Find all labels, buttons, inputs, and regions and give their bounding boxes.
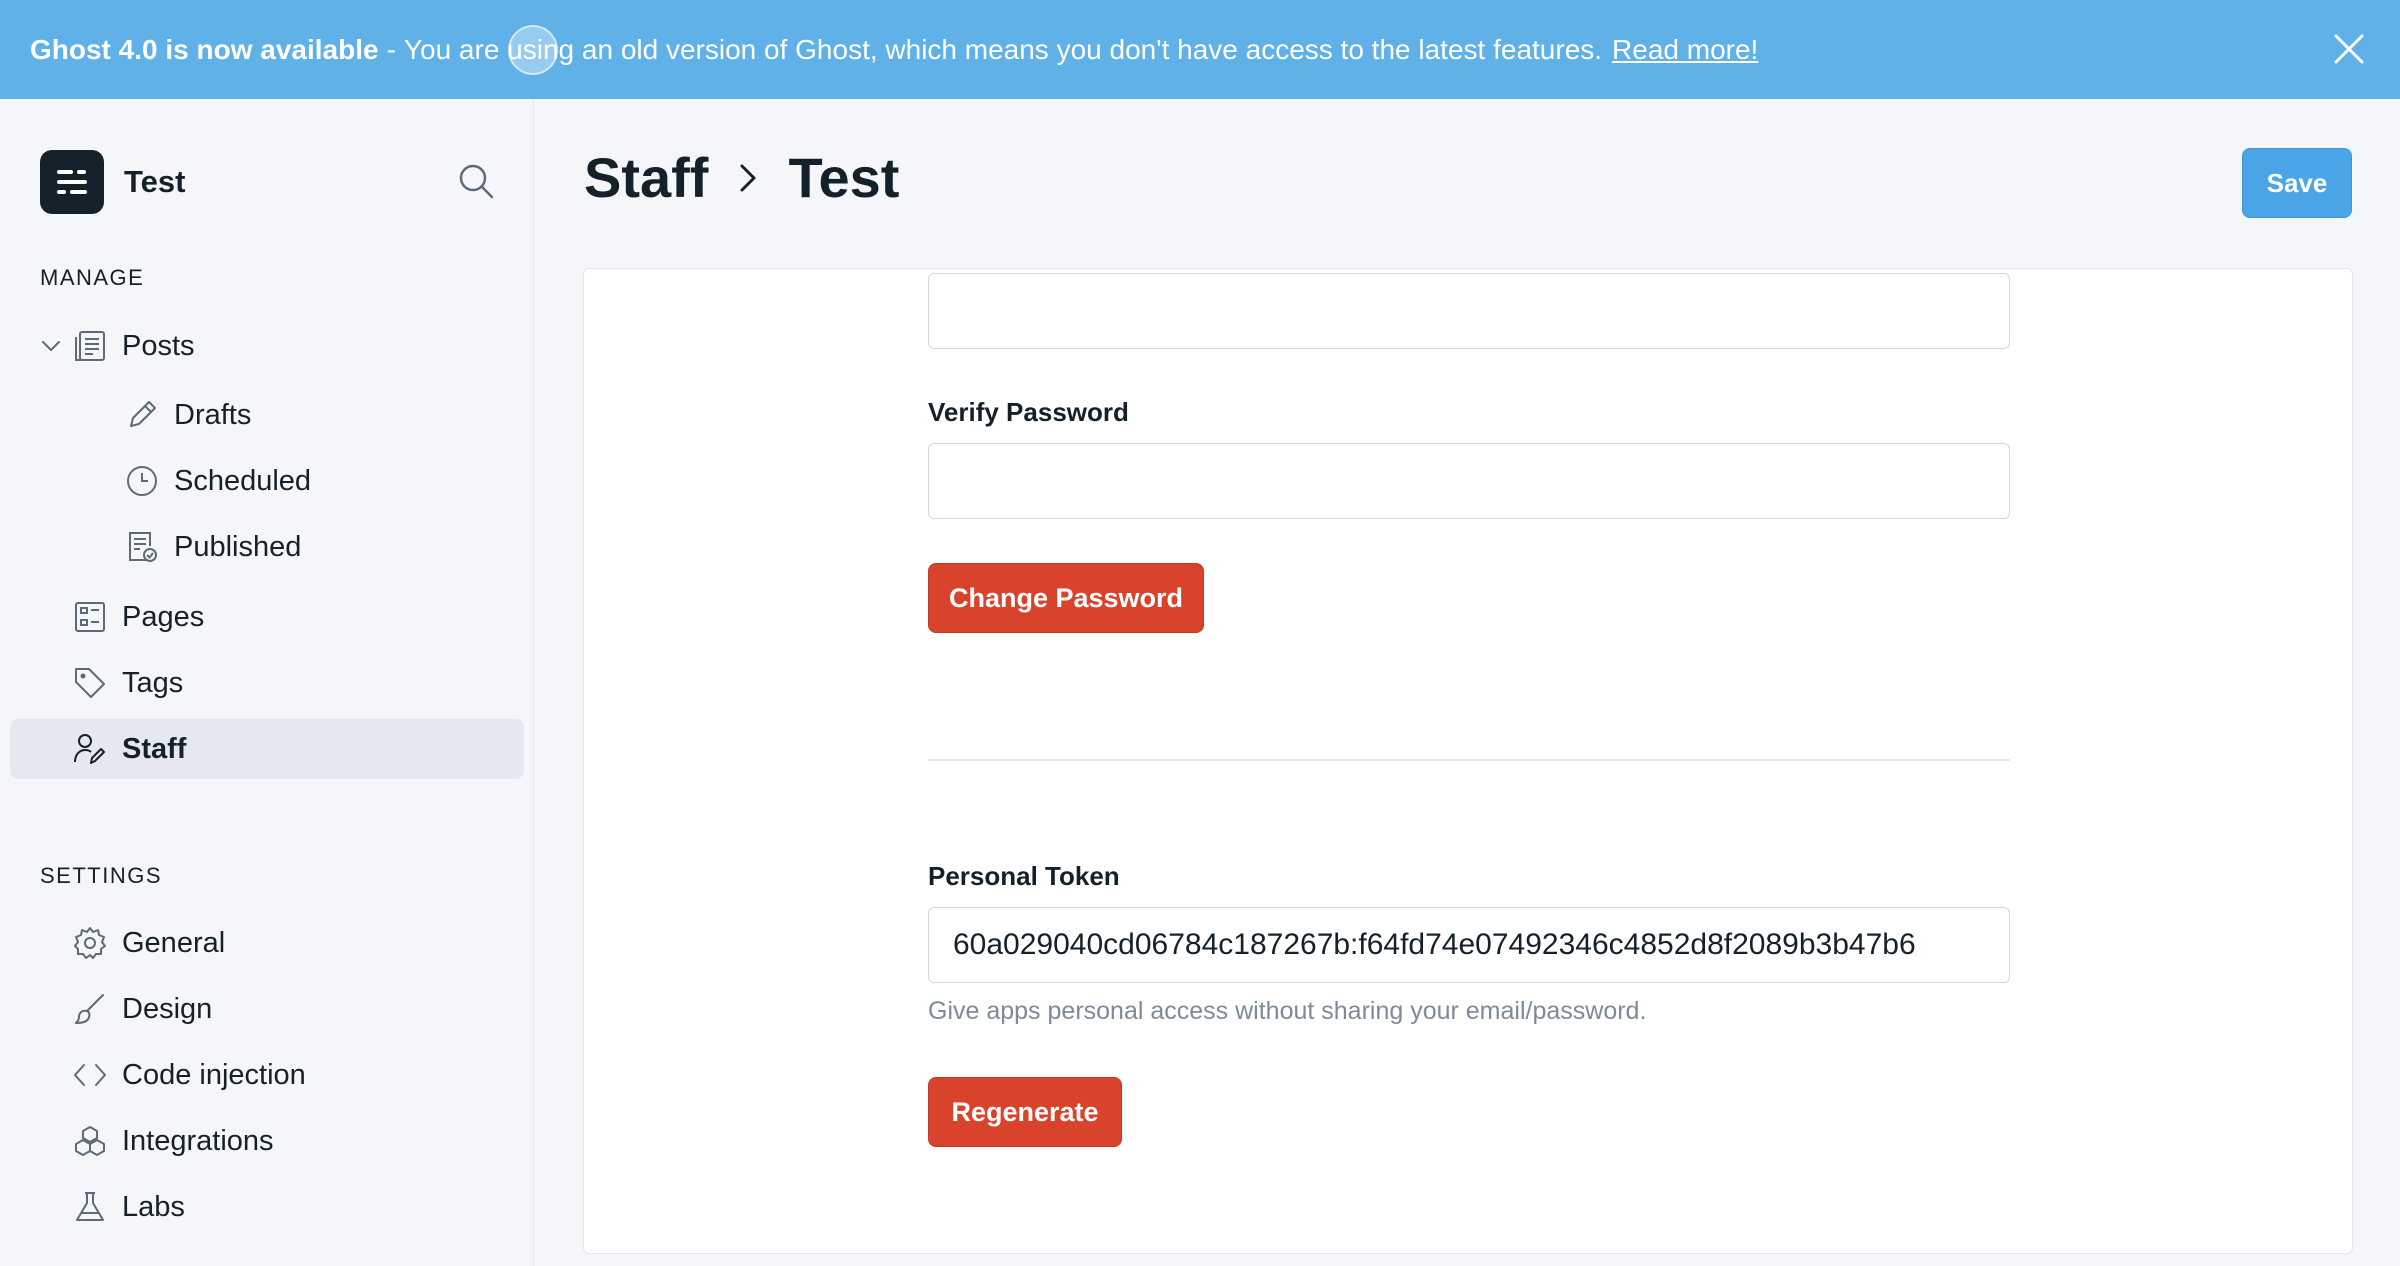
chevron-down-icon[interactable]	[40, 338, 62, 354]
banner-message: You are using an old version of Ghost, w…	[403, 33, 1603, 65]
breadcrumb-staff-link[interactable]: Staff	[584, 145, 708, 210]
sidebar-item-label: Tags	[122, 666, 184, 699]
search-icon[interactable]	[456, 161, 496, 201]
brush-icon	[72, 991, 108, 1027]
sidebar-item-label: Code injection	[122, 1058, 306, 1091]
verify-password-field[interactable]	[928, 443, 2010, 519]
cursor-indicator	[508, 25, 558, 75]
staff-settings-panel: Verify Password Change Password Personal…	[583, 268, 2353, 1254]
sidebar-item-label: Integrations	[122, 1124, 274, 1157]
chevron-right-icon	[732, 158, 764, 198]
sidebar-item-posts[interactable]: Posts	[10, 316, 524, 376]
banner-read-more-link[interactable]: Read more!	[1612, 34, 1758, 66]
flask-icon	[72, 1189, 108, 1225]
pages-icon	[72, 599, 108, 635]
sidebar-item-code-injection[interactable]: Code injection	[10, 1045, 524, 1105]
close-icon[interactable]	[2330, 30, 2368, 68]
breadcrumb: Staff Test	[584, 145, 899, 210]
staff-icon	[72, 731, 108, 767]
sidebar-item-label: Posts	[122, 329, 195, 362]
sidebar-item-drafts[interactable]: Drafts	[10, 385, 524, 445]
sidebar-item-label: Scheduled	[174, 464, 312, 497]
sidebar-item-labs[interactable]: Labs	[10, 1177, 524, 1237]
posts-icon	[72, 328, 108, 364]
banner-title: Ghost 4.0 is now available	[30, 33, 379, 65]
sidebar-item-label: Published	[174, 530, 302, 563]
sidebar-item-published[interactable]: Published	[10, 517, 524, 577]
sidebar-item-label: Drafts	[174, 398, 252, 431]
sidebar-item-label: Design	[122, 992, 213, 1025]
save-button[interactable]: Save	[2242, 148, 2352, 218]
banner-separator: -	[386, 33, 396, 65]
regenerate-button[interactable]: Regenerate	[928, 1077, 1122, 1147]
sidebar-item-scheduled[interactable]: Scheduled	[10, 451, 524, 511]
sidebar-item-tags[interactable]: Tags	[10, 653, 524, 713]
personal-token-label: Personal Token	[928, 861, 1120, 891]
code-icon	[72, 1057, 108, 1093]
sidebar: Test MANAGE Posts Drafts Scheduled Publi…	[0, 99, 534, 1266]
pencil-icon	[124, 397, 160, 433]
clock-icon	[124, 463, 160, 499]
ghost-logo-icon	[40, 150, 104, 214]
sidebar-item-general[interactable]: General	[10, 913, 524, 973]
personal-token-field[interactable]: 60a029040cd06784c187267b:f64fd74e0749234…	[928, 907, 2010, 983]
published-icon	[124, 529, 160, 565]
sidebar-item-label: Pages	[122, 600, 205, 633]
sidebar-item-label: Labs	[122, 1190, 185, 1223]
personal-token-hint: Give apps personal access without sharin…	[928, 997, 1647, 1025]
change-password-button[interactable]: Change Password	[928, 563, 1204, 633]
sidebar-item-pages[interactable]: Pages	[10, 587, 524, 647]
site-name: Test	[124, 164, 186, 199]
sidebar-item-label: General	[122, 926, 226, 959]
new-password-field[interactable]	[928, 273, 2010, 349]
tag-icon	[72, 665, 108, 701]
sidebar-item-design[interactable]: Design	[10, 979, 524, 1039]
sidebar-item-integrations[interactable]: Integrations	[10, 1111, 524, 1171]
integrations-icon	[72, 1123, 108, 1159]
settings-section-label: SETTINGS	[40, 863, 163, 888]
update-banner: Ghost 4.0 is now available - You are usi…	[0, 0, 2400, 99]
verify-password-label: Verify Password	[928, 397, 1129, 427]
sidebar-item-label: Staff	[122, 732, 187, 765]
page-title: Test	[788, 146, 900, 209]
gear-icon	[72, 925, 108, 961]
manage-section-label: MANAGE	[40, 265, 145, 290]
brand[interactable]: Test	[40, 150, 185, 214]
section-divider	[928, 759, 2010, 761]
sidebar-item-staff[interactable]: Staff	[10, 719, 524, 779]
